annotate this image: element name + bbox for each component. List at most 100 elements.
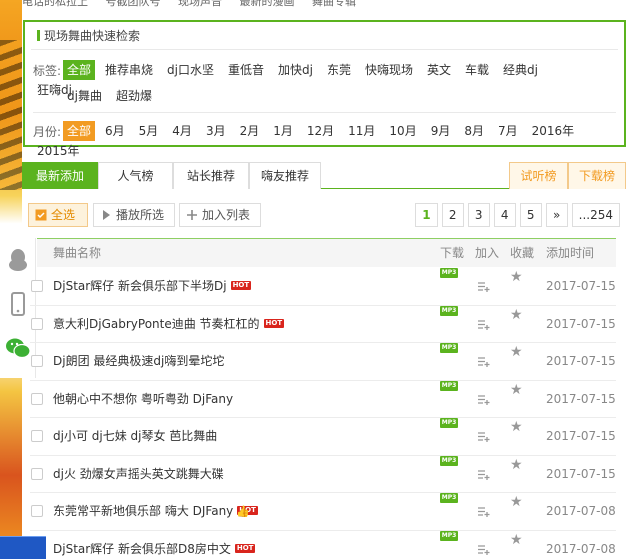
table-row[interactable]: 东莞常平新地俱乐部 嗨大 DJFany 👍 HOT MP3 ★ 2017-07-08 (30, 493, 616, 531)
row-checkbox[interactable] (31, 430, 43, 442)
month-all[interactable]: 全部 (63, 121, 96, 141)
add-to-playlist-icon[interactable] (477, 355, 490, 368)
mp3-download-icon[interactable]: MP3 (440, 493, 458, 503)
song-title-text[interactable]: 东莞常平新地俱乐部 嗨大 DJFany (53, 504, 233, 518)
month-item[interactable]: 3月 (202, 121, 230, 141)
tag-item[interactable]: 车载 (461, 60, 493, 80)
month-item[interactable]: 8月 (460, 121, 488, 141)
top-link[interactable]: 舞曲专辑 (312, 0, 356, 8)
top-link[interactable]: 最新的漫画 (240, 0, 295, 8)
song-title[interactable]: dj火 劲爆女声摇头英文跳舞大碟 (53, 456, 224, 493)
month-item[interactable]: 2015年 (33, 141, 84, 161)
song-title[interactable]: 意大利DjGabryPonte迪曲 节奏杠杠的 HOT (53, 306, 285, 343)
row-checkbox[interactable] (31, 392, 43, 405)
month-item[interactable]: 10月 (385, 121, 420, 141)
favorite-star-icon[interactable]: ★ (510, 418, 523, 436)
tag-item[interactable]: 超劲爆 (112, 86, 156, 106)
song-title-text[interactable]: Dj朗团 最经典极速dj嗨到晕坨坨 (53, 354, 224, 368)
song-title-text[interactable]: 他朝心中不想你 粤听粤劲 DjFany (53, 392, 233, 406)
song-title[interactable]: DjStar辉仔 新会俱乐部D8房中文 HOT (53, 531, 256, 559)
top-link[interactable]: 电话的私拉上 (22, 0, 88, 8)
table-row[interactable]: DjStar辉仔 新会俱乐部D8房中文 HOT MP3 ★ 2017-07-08 (30, 530, 616, 559)
play-selected-button[interactable]: 播放所选 (93, 203, 175, 227)
month-item[interactable]: 1月 (269, 121, 297, 141)
add-to-playlist-icon[interactable] (477, 318, 490, 331)
mp3-download-icon[interactable]: MP3 (440, 343, 458, 353)
mp3-download-icon[interactable]: MP3 (440, 418, 458, 428)
favorite-star-icon[interactable]: ★ (510, 306, 523, 324)
top-link[interactable]: 现场声音 (178, 0, 222, 8)
add-to-playlist-icon[interactable] (477, 468, 490, 481)
table-row[interactable]: 他朝心中不想你 粤听粤劲 DjFany MP3 ★ 2017-07-15 (30, 380, 616, 418)
tag-item[interactable]: 推荐串烧 (101, 60, 157, 80)
table-row[interactable]: dj小可 dj七妹 dj琴女 芭比舞曲 MP3 ★ 2017-07-15 (30, 418, 616, 456)
song-title[interactable]: Dj朗团 最经典极速dj嗨到晕坨坨 (53, 343, 224, 380)
song-title-text[interactable]: dj火 劲爆女声摇头英文跳舞大碟 (53, 467, 224, 481)
row-checkbox[interactable] (31, 317, 43, 330)
favorite-star-icon[interactable]: ★ (510, 456, 523, 474)
tab-listen-chart[interactable]: 试听榜 (509, 162, 568, 189)
month-item[interactable]: 2月 (236, 121, 264, 141)
favorite-star-icon[interactable]: ★ (510, 531, 523, 549)
tag-item[interactable]: 重低音 (224, 60, 268, 80)
song-title-text[interactable]: DjStar辉仔 新会俱乐部D8房中文 (53, 542, 231, 556)
table-row[interactable]: dj火 劲爆女声摇头英文跳舞大碟 MP3 ★ 2017-07-15 (30, 455, 616, 493)
month-item[interactable]: 4月 (168, 121, 196, 141)
month-item[interactable]: 12月 (303, 121, 338, 141)
row-checkbox[interactable] (31, 355, 43, 367)
tag-item[interactable]: 东莞 (323, 60, 355, 80)
page-3[interactable]: 3 (467, 203, 490, 227)
mp3-download-icon[interactable]: MP3 (440, 380, 458, 391)
add-to-playlist-icon[interactable] (477, 393, 490, 406)
tab-admin-picks[interactable]: 站长推荐 (173, 162, 249, 189)
mp3-download-icon[interactable]: MP3 (440, 530, 458, 541)
page-2[interactable]: 2 (441, 203, 464, 227)
month-item[interactable]: 5月 (135, 121, 163, 141)
add-to-playlist-icon[interactable] (477, 543, 490, 556)
tag-item[interactable]: 经典dj (499, 60, 542, 80)
mp3-download-icon[interactable]: MP3 (440, 455, 458, 466)
favorite-star-icon[interactable]: ★ (510, 268, 523, 286)
add-to-playlist-icon[interactable] (477, 280, 490, 293)
tag-item[interactable]: 英文 (423, 60, 455, 80)
page-4[interactable]: 4 (493, 203, 516, 227)
song-title[interactable]: 东莞常平新地俱乐部 嗨大 DJFany 👍 HOT (53, 493, 258, 530)
song-title-text[interactable]: DjStar辉仔 新会俱乐部下半场Dj (53, 279, 227, 293)
mp3-download-icon[interactable]: MP3 (440, 305, 458, 316)
song-title-text[interactable]: dj小可 dj七妹 dj琴女 芭比舞曲 (53, 429, 217, 443)
month-item[interactable]: 11月 (344, 121, 379, 141)
tag-item[interactable]: dj口水坚 (163, 60, 218, 80)
song-title-text[interactable]: 意大利DjGabryPonte迪曲 节奏杠杠的 (53, 317, 260, 331)
page-1[interactable]: 1 (415, 203, 438, 227)
tag-item[interactable]: dj舞曲 (63, 86, 106, 106)
top-link[interactable]: 号截团队号 (106, 0, 161, 8)
favorite-star-icon[interactable]: ★ (510, 381, 523, 399)
table-row[interactable]: 意大利DjGabryPonte迪曲 节奏杠杠的 HOT MP3 ★ 2017-07-15 (30, 305, 616, 343)
select-all-button[interactable]: 全选 (28, 203, 88, 227)
month-item[interactable]: 9月 (427, 121, 455, 141)
page-last[interactable]: ...254 (571, 203, 620, 227)
tab-user-picks[interactable]: 嗨友推荐 (249, 162, 321, 189)
add-to-playlist-icon[interactable] (477, 430, 490, 443)
favorite-star-icon[interactable]: ★ (510, 493, 523, 511)
table-row[interactable]: DjStar辉仔 新会俱乐部下半场Dj HOT MP3 ★ 2017-07-15 (30, 268, 616, 306)
row-checkbox[interactable] (31, 280, 43, 292)
tab-download-chart[interactable]: 下载榜 (568, 162, 626, 189)
row-checkbox[interactable] (31, 467, 43, 480)
tag-all[interactable]: 全部 (63, 60, 96, 80)
tag-item[interactable]: 快嗨现场 (361, 60, 417, 80)
table-row[interactable]: Dj朗团 最经典极速dj嗨到晕坨坨 MP3 ★ 2017-07-15 (30, 343, 616, 381)
mp3-download-icon[interactable]: MP3 (440, 268, 458, 278)
add-to-playlist-icon[interactable] (477, 505, 490, 518)
song-title[interactable]: 他朝心中不想你 粤听粤劲 DjFany (53, 381, 233, 418)
song-title[interactable]: dj小可 dj七妹 dj琴女 芭比舞曲 (53, 418, 217, 455)
month-item[interactable]: 7月 (494, 121, 522, 141)
tag-item[interactable]: 加快dj (274, 60, 317, 80)
tab-popular[interactable]: 人气榜 (98, 162, 173, 189)
page-next[interactable]: » (545, 203, 568, 227)
song-title[interactable]: DjStar辉仔 新会俱乐部下半场Dj HOT (53, 268, 252, 305)
favorite-star-icon[interactable]: ★ (510, 343, 523, 361)
page-5[interactable]: 5 (519, 203, 542, 227)
month-item[interactable]: 2016年 (528, 121, 579, 141)
add-to-list-button[interactable]: 加入列表 (179, 203, 261, 227)
